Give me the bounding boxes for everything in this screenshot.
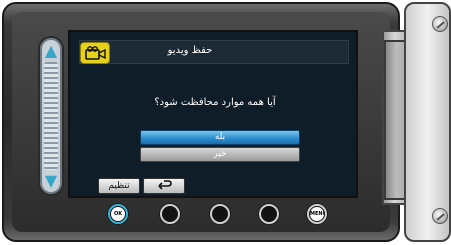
menu-button[interactable]: MENU bbox=[307, 204, 327, 224]
arrow-up-icon[interactable]: ▲ bbox=[42, 42, 60, 60]
ok-button[interactable]: OK bbox=[108, 204, 128, 224]
option-no-button[interactable]: خیر bbox=[140, 147, 300, 162]
screw-top-icon bbox=[432, 16, 448, 32]
video-camera-icon bbox=[80, 42, 110, 64]
menu-label: MENU bbox=[310, 207, 324, 221]
ok-label: OK bbox=[111, 207, 125, 221]
return-arrow-icon bbox=[158, 180, 172, 190]
blank-button-3[interactable] bbox=[259, 204, 279, 224]
lcd-hinge bbox=[382, 0, 451, 245]
screw-bottom-icon bbox=[432, 208, 448, 224]
blank-button-2[interactable] bbox=[210, 204, 230, 224]
lcd-screen: حفظ ویدیو آیا همه موارد محافظت شود؟ بله … bbox=[68, 30, 358, 198]
option-yes-button[interactable]: بله bbox=[140, 130, 300, 145]
slider-ridges bbox=[44, 62, 58, 170]
confirm-question: آیا همه موارد محافظت شود؟ bbox=[154, 97, 276, 108]
settings-button[interactable]: تنظیم bbox=[98, 178, 140, 194]
hinge-plate bbox=[404, 2, 451, 242]
back-button[interactable] bbox=[143, 178, 185, 194]
touch-slider[interactable]: ▲ ▼ bbox=[38, 36, 64, 196]
blank-button-1[interactable] bbox=[160, 204, 180, 224]
screen-title: حفظ ویدیو bbox=[167, 45, 213, 56]
arrow-down-icon[interactable]: ▼ bbox=[42, 172, 60, 190]
